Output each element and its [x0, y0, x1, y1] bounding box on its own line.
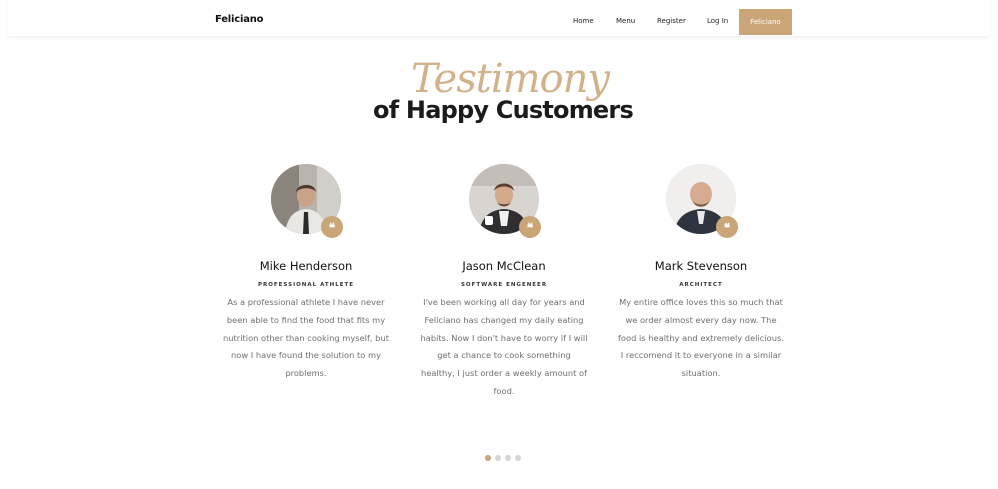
- avatar-wrapper: ❝: [271, 164, 343, 238]
- carousel-dot[interactable]: [485, 455, 491, 461]
- nav-feliciano-button[interactable]: Feliciano: [739, 9, 792, 35]
- testimonial-role: ARCHITECT: [679, 282, 723, 288]
- testimonial-card: ❝ Mike Henderson PROFESSIONAL ATHLETE As…: [211, 164, 401, 383]
- nav-login-link[interactable]: Log In: [707, 17, 728, 25]
- quote-icon: ❝: [716, 216, 738, 238]
- avatar-wrapper: ❝: [666, 164, 738, 238]
- testimonial-role: PROFESSIONAL ATHLETE: [257, 282, 355, 288]
- brand-logo[interactable]: Feliciano: [215, 14, 264, 25]
- carousel-dot[interactable]: [495, 455, 501, 461]
- nav-register-link[interactable]: Register: [657, 17, 686, 25]
- quote-icon: ❝: [519, 216, 541, 238]
- carousel-dot[interactable]: [515, 455, 521, 461]
- nav-home-link[interactable]: Home: [573, 17, 594, 25]
- carousel-dot[interactable]: [505, 455, 511, 461]
- testimonial-text: My entire office loves this so much that…: [618, 297, 784, 379]
- testimonial-name: Mike Henderson: [259, 259, 353, 273]
- nav-menu-link[interactable]: Menu: [616, 17, 635, 25]
- quote-icon: ❝: [321, 216, 343, 238]
- testimonial-name: Jason McClean: [462, 259, 546, 273]
- avatar-wrapper: ❝: [469, 164, 541, 238]
- testimonial-card: ❝ Jason McClean SOFTWARE ENGENEER I've b…: [409, 164, 599, 401]
- carousel-dots: [485, 455, 521, 461]
- testimonial-text: I've been working all day for years and …: [420, 297, 588, 396]
- testimonial-card: ❝ Mark Stevenson ARCHITECT My entire off…: [606, 164, 796, 383]
- testimonial-name: Mark Stevenson: [654, 259, 748, 273]
- testimonial-role: SOFTWARE ENGENEER: [460, 282, 548, 288]
- navbar: Feliciano Home Menu Register Log In Feli…: [8, 0, 990, 36]
- testimonial-text: As a professional athlete I have never b…: [223, 297, 389, 379]
- section-title: of Happy Customers: [373, 96, 634, 124]
